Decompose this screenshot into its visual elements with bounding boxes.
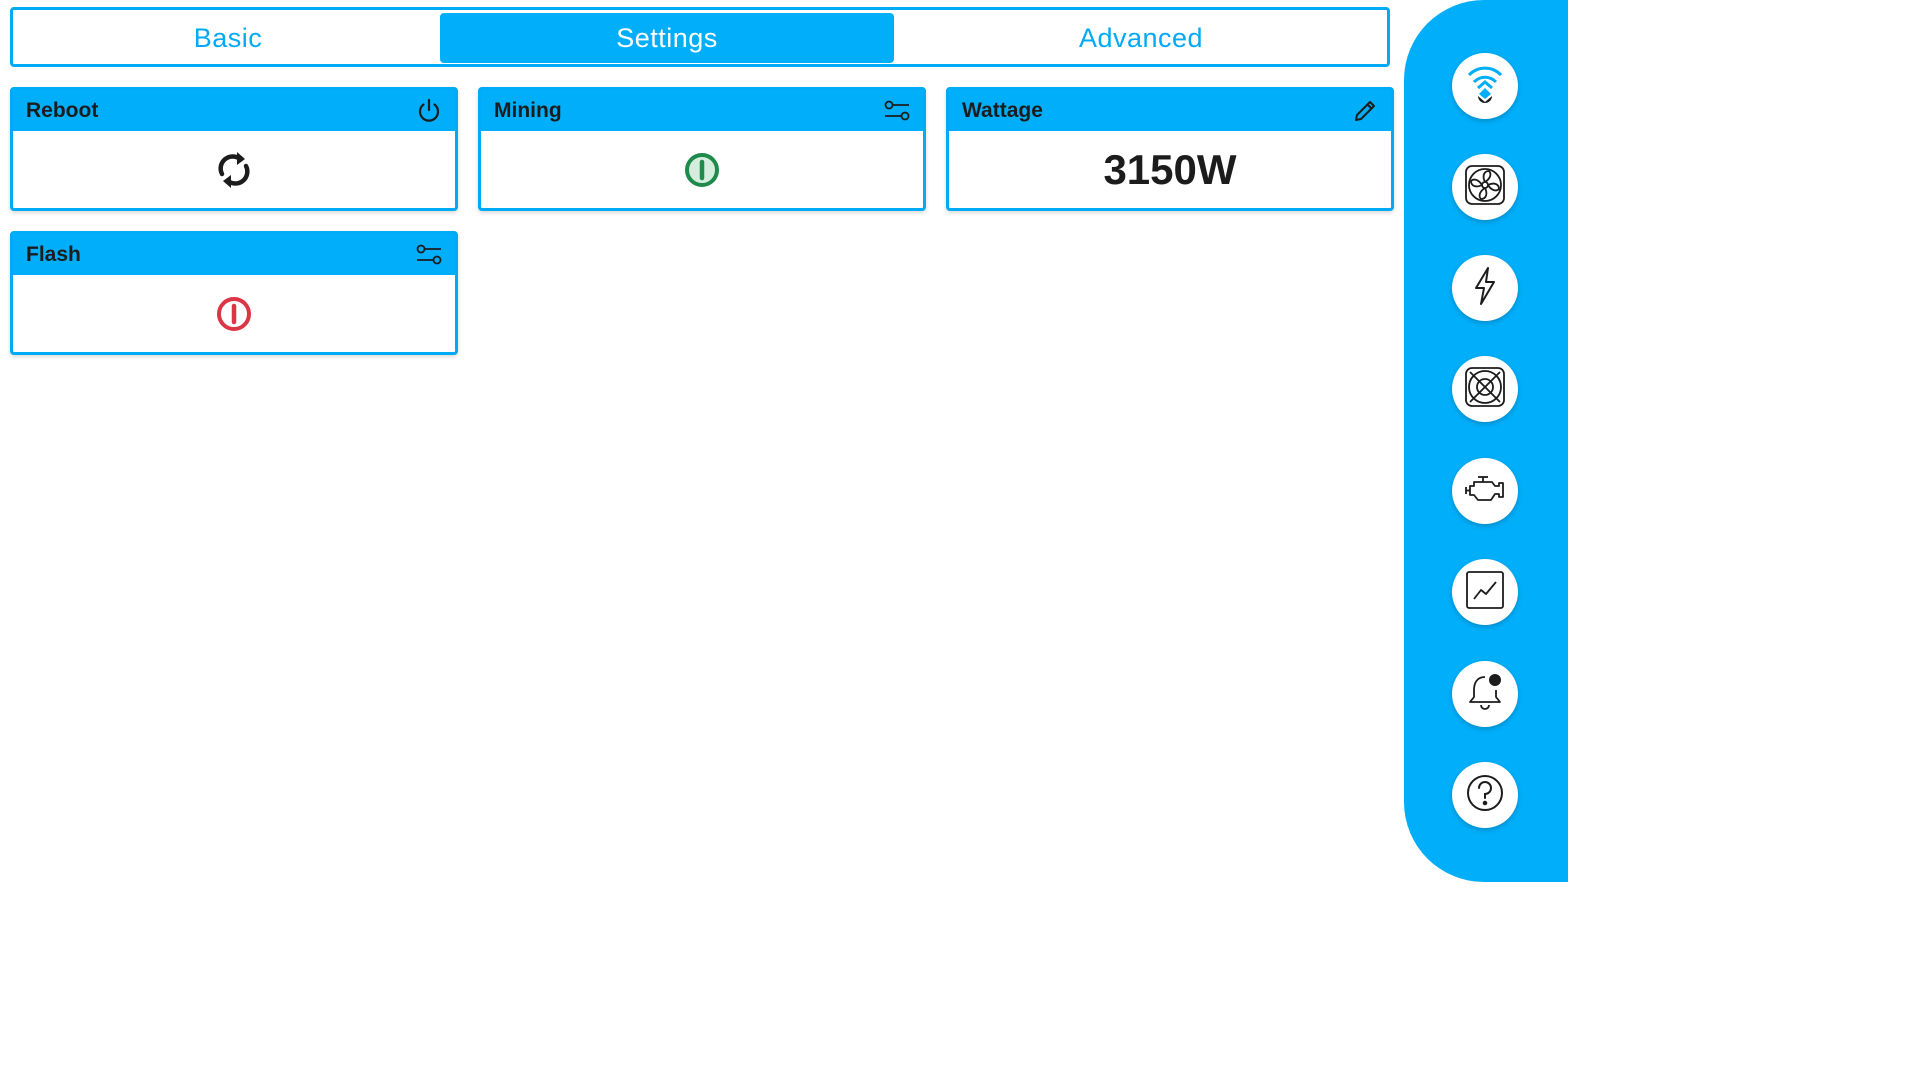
tab-bar: Basic Settings Advanced — [10, 7, 1390, 67]
flash-card-header: Flash — [13, 234, 455, 275]
mining-card-title: Mining — [494, 98, 562, 122]
sliders-icon[interactable] — [415, 241, 443, 269]
power-off-icon[interactable] — [215, 295, 253, 333]
app-root: Basic Settings Advanced Reboot Mining Wa… — [0, 0, 1568, 882]
mining-card-header: Mining — [481, 90, 923, 131]
wattage-value[interactable]: 3150W — [1103, 146, 1236, 194]
sliders-icon[interactable] — [883, 97, 911, 125]
sidebar-item-wifi[interactable] — [1452, 53, 1518, 119]
sidebar-item-fan-grid[interactable] — [1452, 356, 1518, 422]
reboot-card-title: Reboot — [26, 98, 99, 122]
reboot-card-header: Reboot — [13, 90, 455, 131]
fan-grid-icon — [1464, 366, 1506, 413]
pencil-icon[interactable] — [1351, 97, 1379, 125]
power-on-icon[interactable] — [683, 151, 721, 189]
sidebar-item-help[interactable] — [1452, 762, 1518, 828]
tab-settings[interactable]: Settings — [440, 13, 894, 63]
wattage-card-title: Wattage — [962, 98, 1043, 122]
wattage-card-body: 3150W — [949, 131, 1391, 208]
flash-card: Flash — [10, 231, 458, 355]
sidebar-item-engine[interactable] — [1452, 458, 1518, 524]
tab-basic[interactable]: Basic — [13, 13, 443, 63]
fan-icon — [1464, 164, 1506, 211]
bell-notification-icon — [1465, 672, 1505, 717]
flash-card-body — [13, 275, 455, 352]
wattage-card-header: Wattage — [949, 90, 1391, 131]
mining-card-body — [481, 131, 923, 208]
help-icon — [1465, 773, 1505, 818]
refresh-icon[interactable] — [214, 148, 254, 192]
sidebar-item-notifications[interactable] — [1452, 661, 1518, 727]
wattage-card: Wattage 3150W — [946, 87, 1394, 211]
sidebar-item-power[interactable] — [1452, 255, 1518, 321]
sidebar-item-chart[interactable] — [1452, 559, 1518, 625]
sidebar-item-fan[interactable] — [1452, 154, 1518, 220]
tab-advanced[interactable]: Advanced — [894, 13, 1388, 63]
wifi-icon — [1465, 61, 1505, 112]
reboot-card-body — [13, 131, 455, 208]
power-icon[interactable] — [415, 97, 443, 125]
mining-card: Mining — [478, 87, 926, 211]
lightning-icon — [1470, 266, 1500, 311]
chart-icon — [1465, 570, 1505, 615]
sidebar — [1404, 0, 1568, 882]
reboot-card: Reboot — [10, 87, 458, 211]
flash-card-title: Flash — [26, 242, 81, 266]
engine-icon — [1464, 474, 1506, 509]
